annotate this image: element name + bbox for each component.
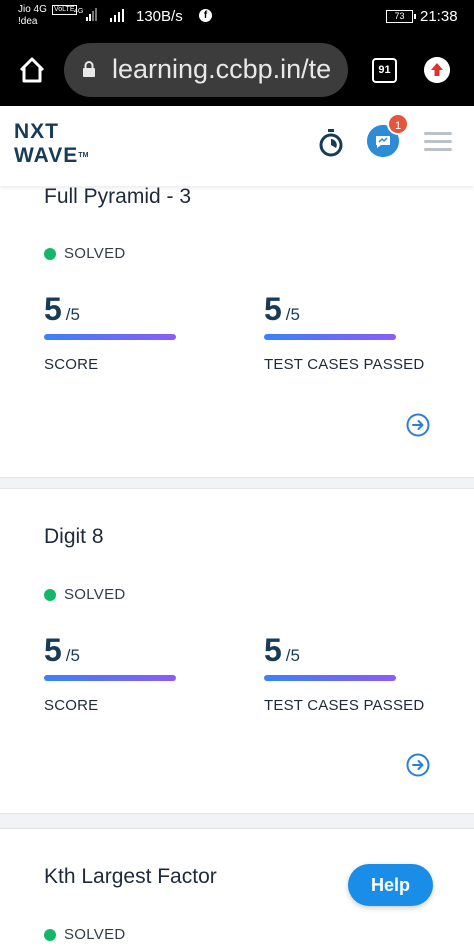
hamburger-menu-icon[interactable] [424, 132, 452, 152]
score-value: 5 [44, 632, 62, 668]
logo-word: WAVE [14, 144, 79, 167]
logo-trademark: TM [78, 152, 89, 159]
tests-progress-bar [264, 675, 396, 681]
score-label: SCORE [44, 356, 99, 373]
address-bar[interactable]: learning.ccbp.in/te [64, 43, 348, 97]
status-row: SOLVED [44, 245, 126, 262]
status-label: SOLVED [64, 245, 126, 262]
score-value: 5 [44, 291, 62, 327]
score-progress-bar [44, 675, 176, 681]
update-icon[interactable] [424, 57, 450, 83]
score-label: SCORE [44, 697, 99, 714]
score-metric: 5/5 SCORE [44, 632, 176, 714]
status-row: SOLVED [44, 926, 126, 943]
score-total: /5 [65, 646, 80, 665]
clock: 21:38 [420, 8, 458, 25]
tests-label: TEST CASES PASSED [264, 697, 425, 714]
arrow-right-circle-icon[interactable] [406, 413, 430, 437]
battery-icon: 73 [386, 10, 416, 23]
stopwatch-icon[interactable] [318, 128, 344, 158]
question-title: Digit 8 [44, 525, 104, 548]
help-button[interactable]: Help [348, 864, 433, 906]
url-text: learning.ccbp.in/te [112, 54, 332, 84]
solved-dot [44, 247, 56, 260]
tests-value: 5 [264, 632, 282, 668]
score-total: /5 [65, 305, 80, 324]
tests-total: /5 [285, 305, 300, 324]
question-title: Kth Largest Factor [44, 865, 217, 888]
tests-value: 5 [264, 291, 282, 327]
question-card: Digit 8 SOLVED 5/5 SCORE 5/5 TEST CASES … [0, 488, 474, 814]
status-row: SOLVED [44, 586, 126, 603]
logo-line-2: WAVETM [14, 144, 88, 168]
network-speed: 130B/s [136, 8, 183, 25]
network-type: 4G [74, 8, 83, 15]
notification-badge: 1 [387, 113, 409, 135]
carrier-1: Jio 4G [18, 4, 47, 15]
question-title: Full Pyramid - 3 [44, 185, 192, 208]
tests-label: TEST CASES PASSED [264, 356, 425, 373]
test-cases-metric: 5/5 TEST CASES PASSED [264, 291, 424, 373]
tests-progress-bar [264, 334, 396, 340]
score-progress-bar [44, 334, 176, 340]
carrier-2: !dea [18, 16, 38, 27]
tests-total: /5 [285, 646, 300, 665]
home-icon[interactable] [18, 56, 46, 84]
solved-dot [44, 588, 56, 601]
logo-line-1: NXT [14, 120, 59, 143]
nxtwave-logo[interactable]: NXT WAVETM [14, 120, 88, 168]
facebook-icon: f [199, 9, 212, 22]
carrier-info: Jio 4G !dea [18, 4, 47, 28]
arrow-right-circle-icon[interactable] [406, 753, 430, 777]
status-label: SOLVED [64, 586, 126, 603]
signal-2-icon [110, 9, 124, 22]
volte-badge: VoLTE [52, 5, 77, 15]
solved-dot [44, 928, 56, 941]
tab-switcher-button[interactable]: 91 [372, 58, 397, 83]
status-label: SOLVED [64, 926, 126, 943]
browser-toolbar: learning.ccbp.in/te 91 [0, 36, 474, 106]
status-bar: Jio 4G !dea VoLTE 4G 130B/s f 73 21:38 [0, 0, 474, 36]
app-header: NXT WAVETM 1 [0, 106, 474, 186]
signal-icon: 4G [74, 8, 97, 21]
test-cases-metric: 5/5 TEST CASES PASSED [264, 632, 424, 714]
question-card: Full Pyramid - 3 SOLVED 5/5 SCORE 5/5 TE… [0, 170, 474, 478]
lock-icon [83, 61, 95, 77]
score-metric: 5/5 SCORE [44, 291, 176, 373]
